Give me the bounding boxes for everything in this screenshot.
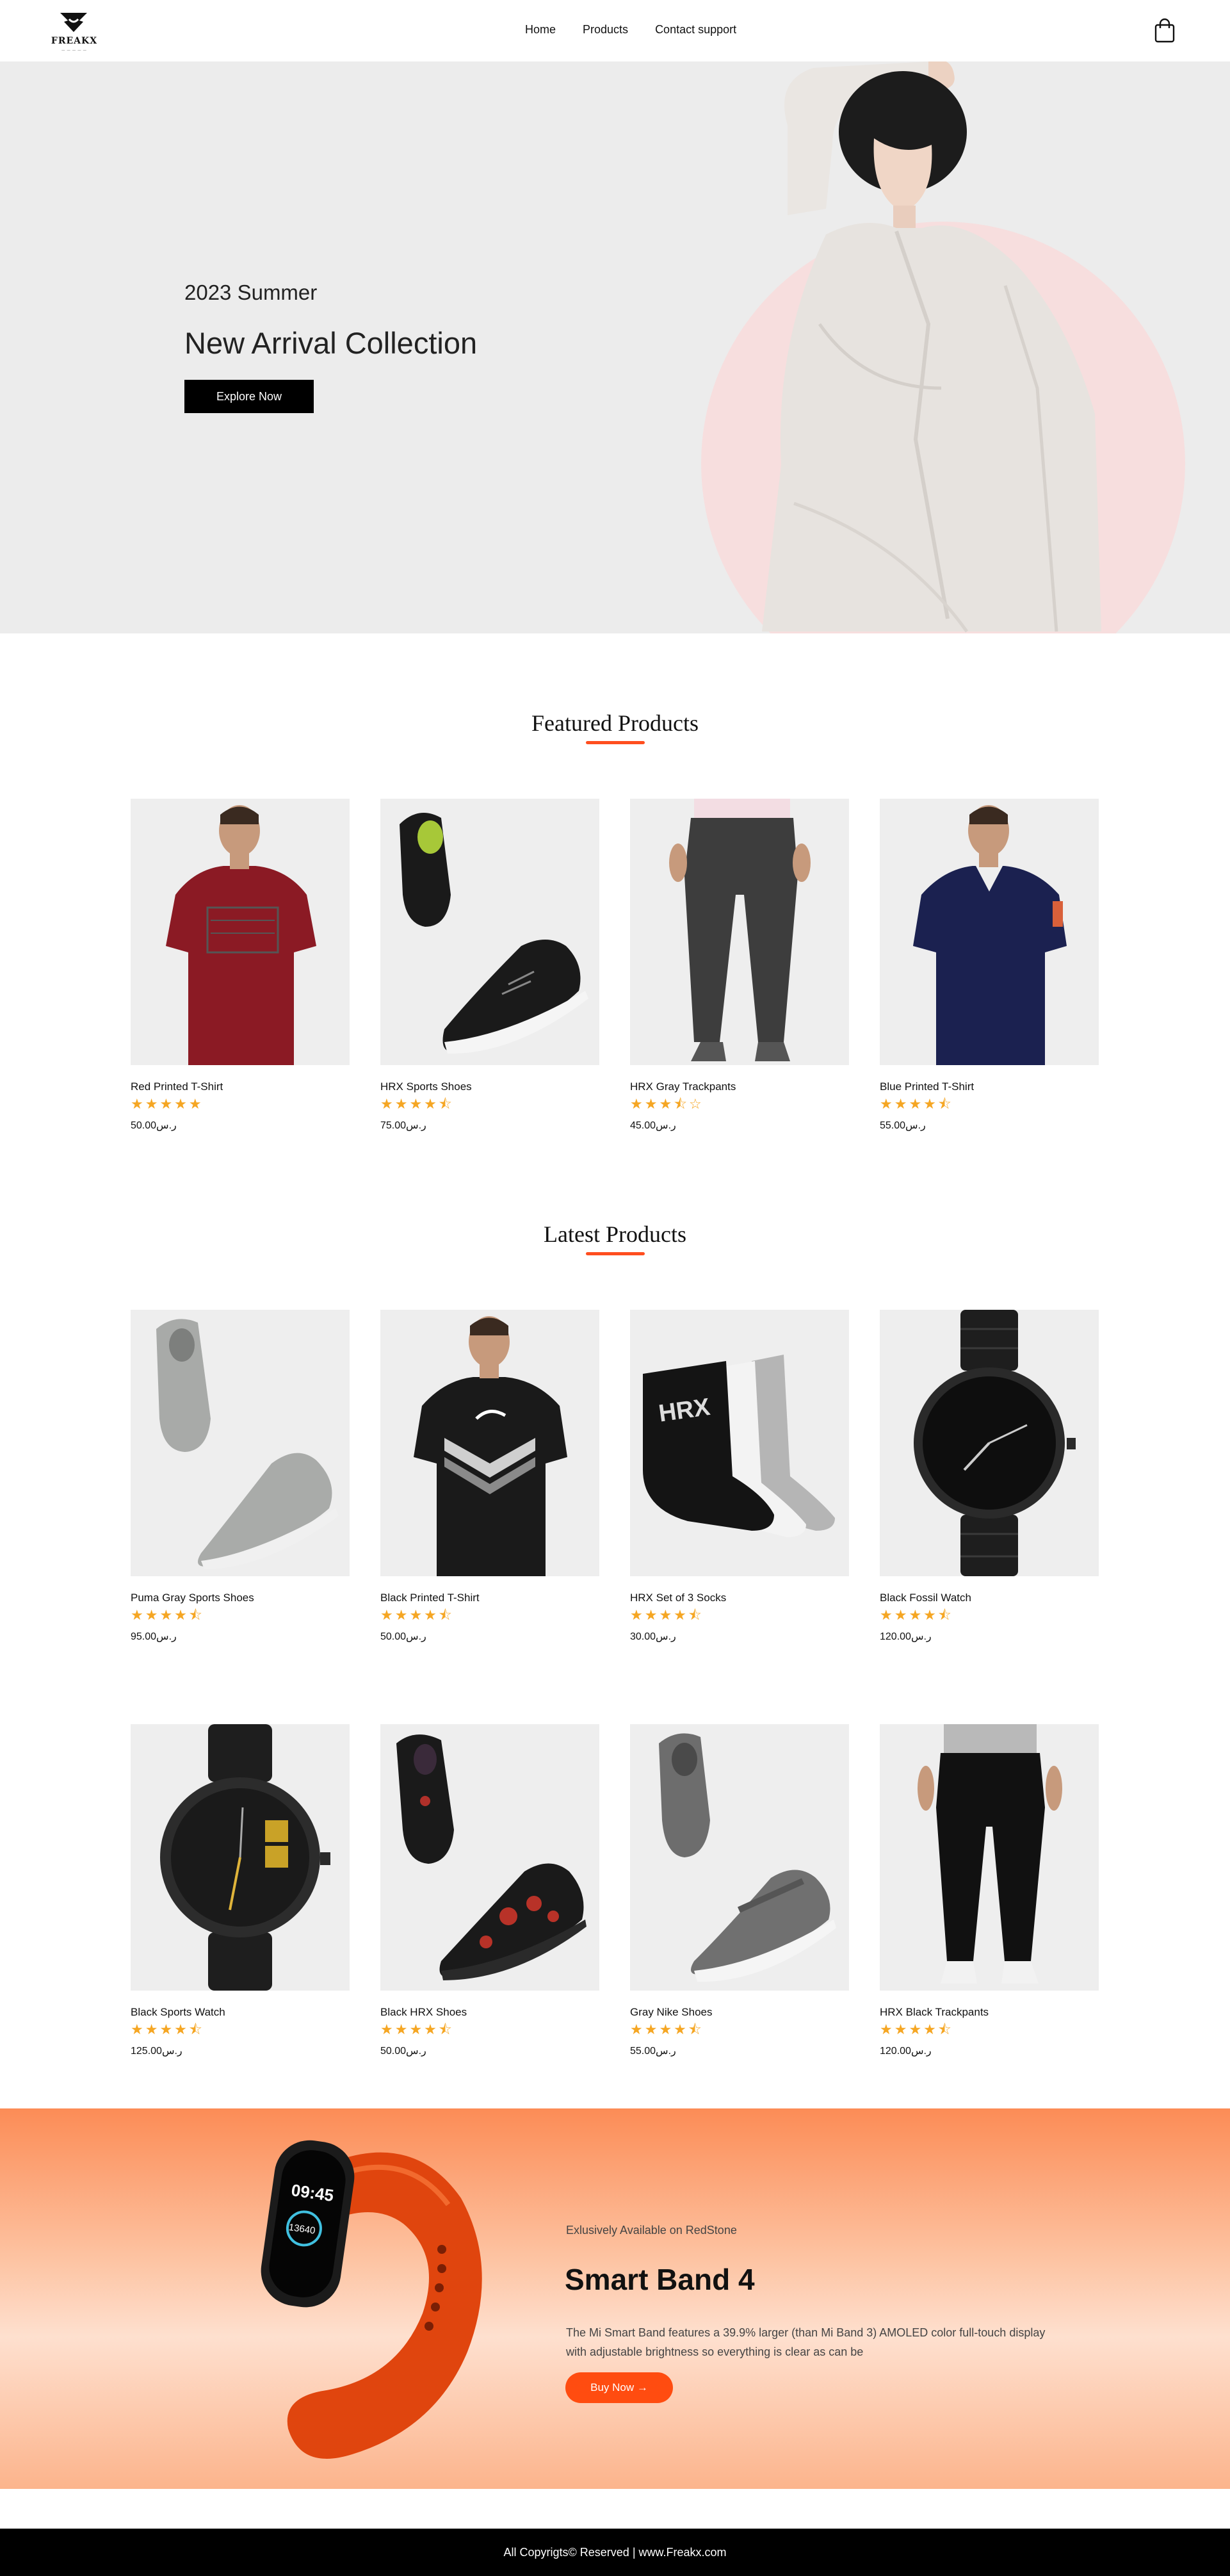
nav-home[interactable]: Home bbox=[525, 23, 556, 37]
promo-description: The Mi Smart Band features a 39.9% large… bbox=[566, 2326, 1046, 2358]
explore-now-button[interactable]: Explore Now bbox=[184, 380, 314, 413]
shopping-bag-icon[interactable] bbox=[1154, 18, 1176, 44]
product-rating: ★★★★⯪ bbox=[630, 2021, 704, 2037]
product-price: 50.00ر.س bbox=[380, 2046, 426, 2057]
product-card[interactable]: Red Printed T-Shirt ★★★★★ 50.00ر.س bbox=[131, 799, 350, 1132]
product-image[interactable] bbox=[380, 799, 599, 1065]
product-price: 55.00ر.س bbox=[630, 2046, 676, 2057]
smart-band-image[interactable]: 09:45 13640 bbox=[250, 2121, 499, 2480]
product-name[interactable]: Black Sports Watch bbox=[131, 2006, 225, 2019]
product-card[interactable]: HRX HRX Set of 3 Socks ★★★★⯪ 30.00ر.س bbox=[630, 1310, 849, 1643]
product-name[interactable]: Black Printed T-Shirt bbox=[380, 1592, 480, 1604]
hero-banner: 2023 Summer New Arrival Collection Explo… bbox=[0, 61, 1230, 633]
product-card[interactable]: HRX Gray Trackpants ★★★⯪☆ 45.00ر.س bbox=[630, 799, 849, 1132]
product-card[interactable]: Black Fossil Watch ★★★★⯪ 120.00ر.س bbox=[880, 1310, 1099, 1643]
product-name[interactable]: HRX Black Trackpants bbox=[880, 2006, 989, 2019]
product-name[interactable]: Blue Printed T-Shirt bbox=[880, 1080, 974, 1093]
product-price: 120.00ر.س bbox=[880, 2046, 932, 2057]
product-price: 50.00ر.س bbox=[131, 1120, 177, 1131]
product-price: 55.00ر.س bbox=[880, 1120, 926, 1131]
product-card[interactable]: HRX Black Trackpants ★★★★⯪ 120.00ر.س bbox=[880, 1724, 1099, 2057]
hero-title: New Arrival Collection bbox=[184, 326, 478, 360]
logo-tagline: — — — — — bbox=[61, 49, 87, 53]
product-price: 45.00ر.س bbox=[630, 1120, 676, 1131]
brand-logo[interactable]: FREAKX — — — — — bbox=[49, 9, 100, 54]
product-name[interactable]: HRX Set of 3 Socks bbox=[630, 1592, 726, 1604]
product-card[interactable]: Blue Printed T-Shirt ★★★★⯪ 55.00ر.س bbox=[880, 799, 1099, 1132]
site-header: FREAKX — — — — — Home Products Contact s… bbox=[0, 0, 1230, 61]
product-name[interactable]: Puma Gray Sports Shoes bbox=[131, 1592, 254, 1604]
product-card[interactable]: Gray Nike Shoes ★★★★⯪ 55.00ر.س bbox=[630, 1724, 849, 2057]
product-name[interactable]: HRX Gray Trackpants bbox=[630, 1080, 736, 1093]
product-image[interactable] bbox=[131, 1310, 350, 1576]
logo-text: FREAKX bbox=[51, 36, 98, 46]
product-card[interactable]: Black Printed T-Shirt ★★★★⯪ 50.00ر.س bbox=[380, 1310, 599, 1643]
product-price: 50.00ر.س bbox=[380, 1631, 426, 1642]
product-rating: ★★★★⯪ bbox=[880, 2021, 953, 2037]
product-image[interactable] bbox=[880, 799, 1099, 1065]
product-name[interactable]: Black HRX Shoes bbox=[380, 2006, 467, 2019]
product-image[interactable] bbox=[380, 1310, 599, 1576]
product-card[interactable]: Puma Gray Sports Shoes ★★★★⯪ 95.00ر.س bbox=[131, 1310, 350, 1643]
product-image[interactable] bbox=[630, 799, 849, 1065]
nav-products[interactable]: Products bbox=[583, 23, 628, 37]
latest-title-underline bbox=[586, 1252, 645, 1255]
hero-subtitle: 2023 Summer bbox=[184, 281, 318, 304]
latest-section-title: Latest Products bbox=[544, 1221, 686, 1247]
product-rating: ★★★★⯪ bbox=[880, 1607, 953, 1623]
product-rating: ★★★★⯪ bbox=[880, 1096, 953, 1112]
product-image[interactable]: HRX bbox=[630, 1310, 849, 1576]
product-image[interactable] bbox=[131, 799, 350, 1065]
smart-band-promo: 09:45 13640 Exlusively Available on RedS… bbox=[0, 2108, 1230, 2489]
product-name[interactable]: Black Fossil Watch bbox=[880, 1592, 971, 1604]
product-rating: ★★★★⯪ bbox=[380, 1607, 454, 1623]
product-name[interactable]: HRX Sports Shoes bbox=[380, 1080, 472, 1093]
site-footer: All Copyrigts© Reserved | www.Freakx.com bbox=[0, 2529, 1230, 2576]
featured-title-underline bbox=[586, 741, 645, 744]
hero-model-image bbox=[762, 61, 1101, 633]
product-image[interactable] bbox=[380, 1724, 599, 1991]
product-rating: ★★★★⯪ bbox=[131, 1607, 204, 1623]
product-card[interactable]: Black HRX Shoes ★★★★⯪ 50.00ر.س bbox=[380, 1724, 599, 2057]
product-price: 125.00ر.س bbox=[131, 2046, 182, 2057]
product-name[interactable]: Red Printed T-Shirt bbox=[131, 1080, 223, 1093]
buy-now-button[interactable]: Buy Now → bbox=[565, 2372, 673, 2403]
product-rating: ★★★★⯪ bbox=[630, 1607, 704, 1623]
product-rating: ★★★★⯪ bbox=[131, 2021, 204, 2037]
product-rating: ★★★⯪☆ bbox=[630, 1096, 704, 1112]
product-price: 30.00ر.س bbox=[630, 1631, 676, 1642]
product-price: 120.00ر.س bbox=[880, 1631, 932, 1642]
product-card[interactable]: HRX Sports Shoes ★★★★⯪ 75.00ر.س bbox=[380, 799, 599, 1132]
promo-availability: Exlusively Available on RedStone bbox=[566, 2224, 737, 2237]
product-rating: ★★★★⯪ bbox=[380, 2021, 454, 2037]
featured-section-title: Featured Products bbox=[531, 710, 699, 736]
product-rating: ★★★★★ bbox=[131, 1096, 204, 1112]
product-image[interactable] bbox=[880, 1724, 1099, 1991]
nav-contact-support[interactable]: Contact support bbox=[655, 23, 736, 37]
logo-icon bbox=[60, 13, 87, 32]
product-image[interactable] bbox=[131, 1724, 350, 1991]
product-image[interactable] bbox=[880, 1310, 1099, 1576]
product-name[interactable]: Gray Nike Shoes bbox=[630, 2006, 713, 2019]
product-rating: ★★★★⯪ bbox=[380, 1096, 454, 1112]
product-card[interactable]: Black Sports Watch ★★★★⯪ 125.00ر.س bbox=[131, 1724, 350, 2057]
product-image[interactable] bbox=[630, 1724, 849, 1991]
product-price: 75.00ر.س bbox=[380, 1120, 426, 1131]
copyright-text: All Copyrigts© Reserved | www.Freakx.com bbox=[503, 2546, 727, 2559]
promo-title: Smart Band 4 bbox=[565, 2263, 755, 2296]
product-price: 95.00ر.س bbox=[131, 1631, 177, 1642]
page: FREAKX — — — — — Home Products Contact s… bbox=[0, 0, 1230, 2576]
main-nav: Home Products Contact support bbox=[525, 23, 763, 37]
